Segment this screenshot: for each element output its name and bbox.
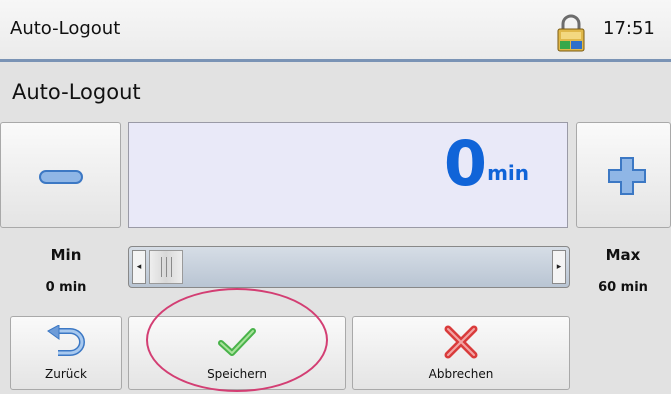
back-label: Zurück xyxy=(45,367,87,381)
padlock-icon xyxy=(553,12,589,54)
undo-arrow-icon xyxy=(46,324,86,363)
save-highlight-ellipse xyxy=(146,288,328,392)
window-title: Auto-Logout xyxy=(10,18,121,39)
plus-icon xyxy=(607,156,647,200)
slider-right-arrow-icon[interactable]: ▸ xyxy=(552,250,566,284)
content-area: Auto-Logout 0 min Min 0 min ◂ ▸ Max 60 m… xyxy=(0,62,671,394)
cancel-button[interactable]: Abbrechen xyxy=(352,316,570,390)
slider-thumb[interactable] xyxy=(149,250,183,284)
min-value: 0 min xyxy=(45,280,87,295)
min-label: Min xyxy=(50,246,82,264)
value-display: 0 min xyxy=(128,122,568,228)
value-number: 0 xyxy=(443,127,487,200)
grip-line xyxy=(161,257,162,277)
minus-icon xyxy=(39,169,83,188)
page-title: Auto-Logout xyxy=(12,80,141,104)
slider-left-arrow-icon[interactable]: ◂ xyxy=(132,250,146,284)
grip-line xyxy=(171,257,172,277)
clock-time: 17:51 xyxy=(603,18,655,39)
cancel-label: Abbrechen xyxy=(428,367,494,381)
grip-line xyxy=(166,257,167,277)
x-icon xyxy=(443,325,479,363)
title-bar: Auto-Logout 17:51 xyxy=(0,0,671,62)
max-label: Max xyxy=(605,246,641,264)
max-value: 60 min xyxy=(598,280,648,295)
back-button[interactable]: Zurück xyxy=(10,316,122,390)
value-unit: min xyxy=(487,161,529,185)
decrement-button[interactable] xyxy=(0,122,121,228)
range-slider[interactable]: ◂ ▸ xyxy=(128,246,570,288)
increment-button[interactable] xyxy=(576,122,671,228)
